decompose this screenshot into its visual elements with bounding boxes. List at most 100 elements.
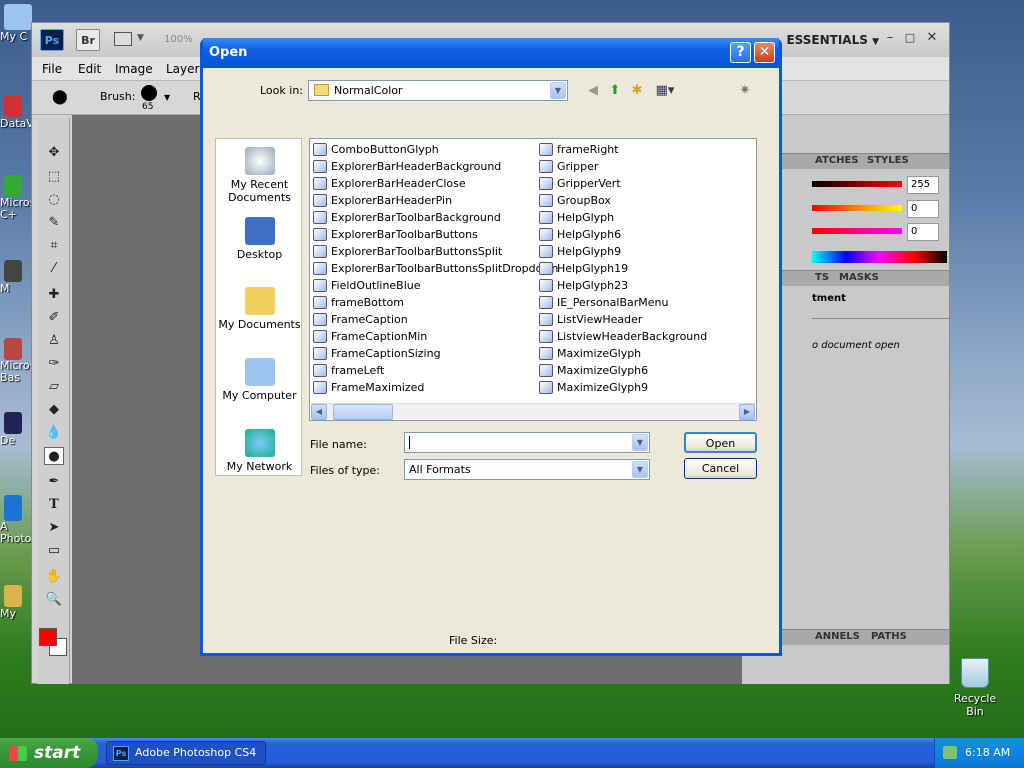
- file-item[interactable]: GroupBox: [538, 192, 707, 209]
- adobe-photoshop-desktop-icon[interactable]: A Photo: [0, 495, 32, 545]
- file-item[interactable]: ExplorerBarHeaderPin: [312, 192, 558, 209]
- file-item[interactable]: HelpGlyph6: [538, 226, 707, 243]
- hand-tool-icon[interactable]: ✋: [44, 568, 64, 586]
- tab-styles[interactable]: STYLES: [862, 155, 914, 166]
- tab-swatches[interactable]: ATCHES: [810, 155, 864, 166]
- start-button[interactable]: start: [0, 738, 98, 768]
- file-item[interactable]: MaximizeGlyph6: [538, 362, 707, 379]
- cancel-button[interactable]: Cancel: [684, 458, 757, 479]
- color-ramp[interactable]: [812, 251, 947, 263]
- file-item[interactable]: ComboButtonGlyph: [312, 141, 558, 158]
- recycle-bin[interactable]: Recycle Bin: [945, 658, 1005, 718]
- blue-value[interactable]: 0: [907, 223, 939, 241]
- menu-layer[interactable]: Layer: [166, 62, 199, 76]
- type-tool-icon[interactable]: T: [44, 496, 64, 514]
- file-item[interactable]: FrameCaptionMin: [312, 328, 558, 345]
- help-icon[interactable]: ?: [730, 42, 751, 63]
- zoom-tool-icon[interactable]: 🔍: [44, 591, 64, 609]
- file-item[interactable]: FrameCaption: [312, 311, 558, 328]
- move-tool-icon[interactable]: ✥: [44, 144, 64, 162]
- file-item[interactable]: FrameMaximized: [312, 379, 558, 396]
- healing-brush-tool-icon[interactable]: ✚: [44, 286, 64, 304]
- file-item[interactable]: ExplorerBarToolbarBackground: [312, 209, 558, 226]
- close-icon[interactable]: ✕: [754, 42, 775, 63]
- file-item[interactable]: ExplorerBarToolbarButtonsSplitDropdown: [312, 260, 558, 277]
- menu-file[interactable]: File: [42, 62, 62, 76]
- file-item[interactable]: GripperVert: [538, 175, 707, 192]
- file-item[interactable]: HelpGlyph: [538, 209, 707, 226]
- place-recent-documents[interactable]: My Recent Documents: [216, 147, 303, 204]
- view-menu-icon[interactable]: ▦▾: [653, 82, 677, 100]
- path-select-tool-icon[interactable]: ➤: [44, 519, 64, 537]
- tab-paths[interactable]: PATHS: [866, 631, 912, 642]
- blue-slider[interactable]: [812, 228, 902, 234]
- chevron-down-icon[interactable]: ▼: [632, 434, 648, 451]
- zoom-level[interactable]: 100%: [164, 34, 193, 45]
- taskbar-photoshop-button[interactable]: Ps Adobe Photoshop CS4: [106, 741, 266, 765]
- open-button[interactable]: Open: [684, 432, 757, 453]
- microsoft-basic-desktop-icon[interactable]: Micros Bas: [0, 338, 32, 384]
- paint-bucket-tool-icon[interactable]: ◆: [44, 401, 64, 419]
- chevron-down-icon[interactable]: ▼: [632, 461, 648, 478]
- file-item[interactable]: MaximizeGlyph: [538, 345, 707, 362]
- brush-preview[interactable]: [141, 85, 157, 101]
- place-desktop[interactable]: Desktop: [216, 217, 303, 261]
- minimize-icon[interactable]: –: [883, 31, 897, 45]
- menu-edit[interactable]: Edit: [78, 62, 101, 76]
- dodge-tool-icon[interactable]: ●: [44, 447, 64, 465]
- file-item[interactable]: ExplorerBarHeaderClose: [312, 175, 558, 192]
- place-my-computer[interactable]: My Computer: [216, 358, 303, 402]
- file-item[interactable]: Gripper: [538, 158, 707, 175]
- up-folder-icon[interactable]: ⬆: [605, 82, 625, 100]
- file-item[interactable]: ListViewHeader: [538, 311, 707, 328]
- crop-tool-icon[interactable]: ⌗: [44, 237, 64, 255]
- scroll-thumb[interactable]: [333, 404, 393, 420]
- file-item[interactable]: FrameCaptionSizing: [312, 345, 558, 362]
- look-in-dropdown[interactable]: NormalColor ▼: [308, 80, 568, 101]
- safely-remove-icon[interactable]: [943, 746, 957, 759]
- red-slider[interactable]: [812, 181, 902, 187]
- clock[interactable]: 6:18 AM: [965, 746, 1010, 759]
- preview-icon[interactable]: ✷: [735, 82, 755, 100]
- microsoft-cpp-desktop-icon[interactable]: Micros C+: [0, 175, 32, 221]
- file-item[interactable]: IE_PersonalBarMenu: [538, 294, 707, 311]
- file-item[interactable]: MaximizeGlyph9: [538, 379, 707, 396]
- place-my-documents[interactable]: My Documents: [216, 287, 303, 331]
- brush-tool-icon[interactable]: ✐: [44, 309, 64, 327]
- tab-masks[interactable]: MASKS: [834, 272, 884, 283]
- shape-tool-icon[interactable]: ▭: [44, 542, 64, 560]
- file-item[interactable]: HelpGlyph9: [538, 243, 707, 260]
- green-slider[interactable]: [812, 205, 902, 211]
- file-item[interactable]: frameLeft: [312, 362, 558, 379]
- file-item[interactable]: frameBottom: [312, 294, 558, 311]
- brush-tool-icon[interactable]: ⬤: [52, 89, 68, 105]
- maximize-icon[interactable]: □: [903, 31, 917, 45]
- bridge-button[interactable]: Br: [76, 29, 100, 51]
- scroll-right-icon[interactable]: ▶: [739, 404, 755, 420]
- view-extras-icon[interactable]: [114, 32, 132, 46]
- file-name-input[interactable]: ▼: [404, 432, 650, 453]
- chevron-down-icon[interactable]: ▼: [550, 82, 566, 99]
- green-value[interactable]: 0: [907, 200, 939, 218]
- open-dialog-titlebar[interactable]: Open ? ✕: [203, 38, 779, 68]
- eraser-tool-icon[interactable]: ▱: [44, 378, 64, 396]
- eyedropper-tool-icon[interactable]: ⁄: [44, 260, 64, 278]
- file-item[interactable]: frameRight: [538, 141, 707, 158]
- tab-channels[interactable]: ANNELS: [810, 631, 865, 642]
- new-folder-icon[interactable]: ✱: [627, 82, 647, 100]
- foreground-color-swatch[interactable]: [39, 628, 57, 646]
- workspace-switcher[interactable]: ESSENTIALS ▼: [786, 33, 879, 47]
- lasso-tool-icon[interactable]: ◌: [44, 191, 64, 209]
- marquee-tool-icon[interactable]: ⬚: [44, 168, 64, 186]
- file-item[interactable]: ExplorerBarToolbarButtonsSplit: [312, 243, 558, 260]
- pen-tool-icon[interactable]: ✒: [44, 473, 64, 491]
- chevron-down-icon[interactable]: ▼: [164, 93, 170, 102]
- blur-tool-icon[interactable]: 💧: [44, 424, 64, 442]
- clone-stamp-tool-icon[interactable]: ♙: [44, 332, 64, 350]
- horizontal-scrollbar[interactable]: ◀ ▶: [311, 403, 755, 420]
- red-value[interactable]: 255: [907, 176, 939, 194]
- file-item[interactable]: HelpGlyph19: [538, 260, 707, 277]
- menu-image[interactable]: Image: [115, 62, 153, 76]
- back-icon[interactable]: ◀: [583, 82, 603, 100]
- file-item[interactable]: ExplorerBarHeaderBackground: [312, 158, 558, 175]
